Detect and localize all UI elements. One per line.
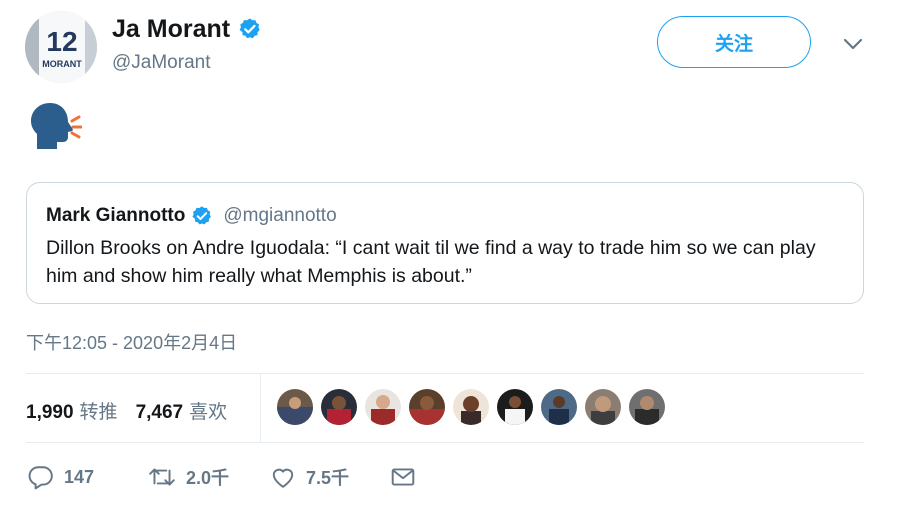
- follow-button[interactable]: 关注: [657, 16, 811, 68]
- verified-badge-icon: [239, 18, 260, 39]
- quoted-author-handle: @mgiannotto: [223, 205, 337, 226]
- author-handle[interactable]: @JaMorant: [112, 52, 211, 74]
- liker-avatar[interactable]: [409, 389, 445, 425]
- likes-label[interactable]: 喜欢: [189, 397, 227, 424]
- liker-avatar[interactable]: [453, 389, 489, 425]
- quoted-author-name: Mark Giannotto: [46, 205, 186, 226]
- liker-avatar[interactable]: [541, 389, 577, 425]
- liker-avatar[interactable]: [321, 389, 357, 425]
- retweet-button[interactable]: 2.0千: [148, 464, 270, 490]
- like-count: 7.5千: [306, 468, 350, 488]
- verified-badge-icon: [192, 206, 212, 225]
- reply-icon: [28, 466, 53, 490]
- jersey-name: MORANT: [42, 59, 82, 69]
- direct-message-button[interactable]: [390, 464, 416, 490]
- author-name-row: Ja Morant: [112, 14, 262, 44]
- reply-button[interactable]: 147: [28, 464, 148, 490]
- retweets-count[interactable]: 1,990: [26, 402, 74, 424]
- retweet-count: 2.0千: [186, 468, 230, 488]
- envelope-icon: [391, 468, 415, 486]
- stats-divider-top: [26, 373, 864, 374]
- speaking-head-icon: [31, 103, 82, 149]
- stats-divider-bottom: [26, 442, 864, 443]
- like-button[interactable]: 7.5千: [270, 464, 390, 490]
- liker-avatar[interactable]: [365, 389, 401, 425]
- reply-count: 147: [64, 466, 95, 487]
- author-name[interactable]: Ja Morant: [112, 14, 230, 44]
- author-avatar[interactable]: 12 MORANT: [25, 11, 97, 83]
- likes-count[interactable]: 7,467: [136, 402, 184, 424]
- quoted-header: Mark Giannotto @mgiannotto: [46, 205, 337, 227]
- engagement-stats: 1,990 转推 7,467 喜欢: [26, 397, 239, 424]
- jersey-number: 12: [46, 26, 77, 57]
- author-avatar-image: 12 MORANT: [25, 11, 97, 83]
- tweet-actions: 147 2.0千 7.5千: [28, 464, 416, 490]
- retweet-icon: [149, 468, 175, 486]
- liker-avatar[interactable]: [629, 389, 665, 425]
- liker-avatar[interactable]: [497, 389, 533, 425]
- stats-vertical-divider: [260, 374, 261, 442]
- quoted-tweet-text: Dillon Brooks on Andre Iguodala: “I cant…: [46, 237, 816, 287]
- heart-icon: [272, 468, 294, 488]
- chevron-down-icon[interactable]: [842, 36, 864, 52]
- retweets-label[interactable]: 转推: [80, 397, 118, 424]
- liker-avatar[interactable]: [277, 389, 313, 425]
- liker-avatars: [277, 389, 665, 425]
- quoted-tweet[interactable]: Mark Giannotto @mgiannotto Dillon Brooks…: [26, 182, 864, 304]
- tweet-timestamp[interactable]: 下午12:05 - 2020年2月4日: [26, 329, 237, 355]
- liker-avatar[interactable]: [585, 389, 621, 425]
